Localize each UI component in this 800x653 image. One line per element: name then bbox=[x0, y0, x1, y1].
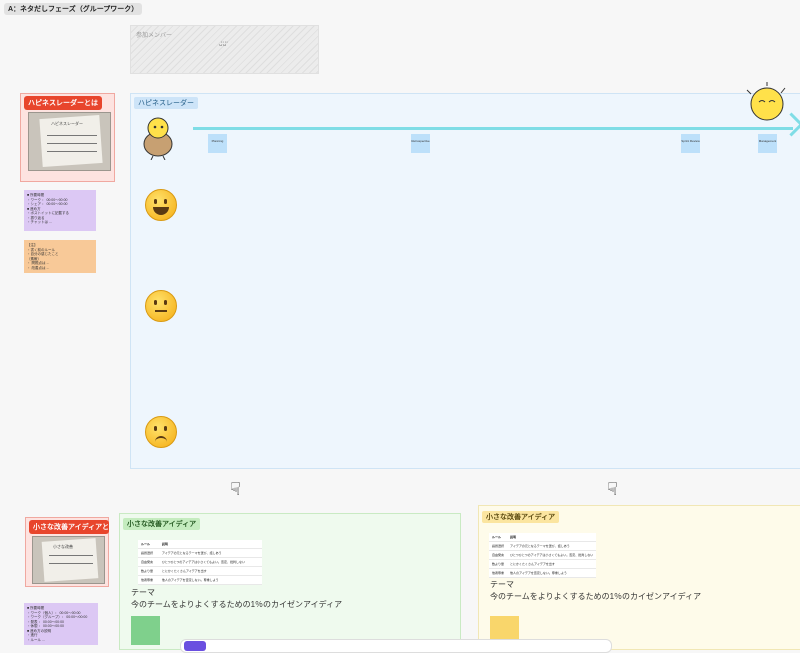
note-line: ・ワーク（グループ）： 00:00〜00:00 bbox=[27, 615, 88, 619]
table-row: 他者尊重 他人のアイデアを否定しない。尊重しよう bbox=[489, 568, 597, 578]
small-idea-intro-card[interactable]: 小さな改善アイディアと... 小さな改善 bbox=[25, 517, 109, 587]
column-sticky[interactable]: Retrospective bbox=[411, 134, 430, 153]
happiness-radar-intro-tag: ハピネスレーダーとは bbox=[24, 96, 102, 110]
table-row: 自由発言 ひとつひとつのアイデアは小さくてもよい。否定、批判しない bbox=[138, 557, 262, 567]
table-cell: 他人のアイデアを否定しない。尊重しよう bbox=[507, 568, 597, 578]
pointing-down-icon: ☟ bbox=[230, 479, 241, 499]
table-row: 議題選択 アイデアの元となるテーマを選び、話しあう bbox=[489, 541, 597, 551]
member-area[interactable]: 参加メンバー ᵕ̈ ᵕ̈ bbox=[130, 25, 319, 74]
table-cell: 他者尊重 bbox=[489, 568, 508, 578]
table-cell: 他人のアイデアを否定しない。尊重しよう bbox=[158, 575, 262, 585]
table-header: 説明 bbox=[507, 533, 597, 542]
table-cell: 議題選択 bbox=[489, 541, 508, 551]
bottom-toolbar[interactable] bbox=[180, 639, 612, 653]
whiteboard-caption: 小さな改善 bbox=[53, 544, 73, 549]
column-sticky[interactable]: Management bbox=[758, 134, 777, 153]
table-cell: 他者尊重 bbox=[138, 575, 159, 585]
table-cell: アイデアの元となるテーマを選び、話しあう bbox=[158, 548, 262, 558]
table-header: 説明 bbox=[158, 540, 262, 549]
column-sticky[interactable]: Planning bbox=[208, 134, 227, 153]
instruction-note-purple[interactable]: ■ 所要時間 ・ワーク（個人）： 00:00〜00:00 ・ワーク（グループ）：… bbox=[24, 603, 98, 645]
column-sticky[interactable]: Sprint Review bbox=[681, 134, 700, 153]
table-cell: アイデアの元となるテーマを選び、話しあう bbox=[507, 541, 597, 551]
theme-label: テーマ bbox=[490, 580, 514, 589]
small-idea-intro-tag: 小さな改善アイディアと... bbox=[29, 520, 109, 534]
neutral-face-icon bbox=[145, 290, 177, 322]
sleepy-eyes-icon: ᵕ̈ ᵕ̈ bbox=[219, 40, 226, 50]
happiness-radar-board[interactable]: ハピネスレーダー Planning Retrospective Sprint R… bbox=[130, 82, 800, 469]
happiness-radar-label: ハピネスレーダー bbox=[134, 97, 198, 109]
rules-table: ルール 説明 議題選択 アイデアの元となるテーマを選び、話しあう 自由発言 ひと… bbox=[489, 533, 597, 578]
table-cell: 数より量 bbox=[138, 566, 159, 576]
toolbar-primary-button[interactable] bbox=[184, 641, 206, 651]
small-idea-label: 小さな改善アイディア bbox=[123, 518, 201, 530]
small-idea-area-green[interactable]: 小さな改善アイディア ルール 説明 議題選択 アイデアの元となるテーマを選び、話… bbox=[119, 513, 461, 650]
whiteboard-photo: 小さな改善 bbox=[32, 536, 105, 584]
table-cell: 議題選択 bbox=[138, 548, 159, 558]
happy-face-icon bbox=[145, 189, 177, 221]
note-line: ・ルール ... bbox=[27, 637, 45, 642]
whiteboard-photo: ハピネスレーダー bbox=[28, 112, 111, 171]
table-row: 自由発言 ひとつひとつのアイデアは小さくてもよい。否定、批判しない bbox=[489, 550, 597, 560]
happiness-radar-intro-card[interactable]: ハピネスレーダーとは ハピネスレーダー bbox=[20, 93, 115, 182]
table-cell: ひとつひとつのアイデアは小さくてもよい。否定、批判しない bbox=[158, 557, 262, 567]
member-area-label: 参加メンバー bbox=[136, 33, 173, 39]
theme-text: 今のチームをよりよくするための1％のカイゼンアイディア bbox=[490, 592, 702, 601]
timeline-arrow bbox=[193, 127, 793, 130]
table-row: 数より量 とにかくたくさんアイデアを出す bbox=[138, 566, 262, 576]
rules-table: ルール 説明 議題選択 アイデアの元となるテーマを選び、話しあう 自由発言 ひと… bbox=[138, 540, 262, 585]
pointing-down-icon: ☟ bbox=[607, 479, 618, 499]
whiteboard-caption: ハピネスレーダー bbox=[51, 121, 83, 126]
happy-chick-icon bbox=[746, 82, 786, 121]
theme-text: 今のチームをよりよくするための1％のカイゼンアイディア bbox=[131, 600, 343, 609]
note-line: ・チャットは ... bbox=[27, 220, 52, 224]
table-header: ルール bbox=[489, 533, 508, 542]
theme-label: テーマ bbox=[131, 588, 155, 597]
small-idea-label: 小さな改善アイディア bbox=[482, 511, 560, 523]
sticky-note-green[interactable] bbox=[131, 616, 160, 645]
table-row: 他者尊重 他人のアイデアを否定しない。尊重しよう bbox=[138, 575, 262, 585]
table-header: ルール bbox=[138, 540, 159, 549]
table-cell: とにかくたくさんアイデアを出す bbox=[158, 566, 262, 576]
sad-face-icon bbox=[145, 416, 177, 448]
frame-title[interactable]: A：ネタだしフェーズ（グループワーク） bbox=[4, 3, 143, 15]
note-line: ・ 改善点は ... bbox=[27, 265, 50, 270]
table-cell: とにかくたくさんアイデアを出す bbox=[507, 559, 597, 569]
table-cell: 数より量 bbox=[489, 559, 508, 569]
table-row: 数より量 とにかくたくさんアイデアを出す bbox=[489, 559, 597, 569]
note-orange[interactable]: 【注】 ・書く前のルール ・自分の感じたこと （素敵） ・ 問題点は ... ・… bbox=[24, 240, 96, 273]
table-cell: 自由発言 bbox=[489, 550, 508, 560]
instruction-note-purple[interactable]: ■ 所要時間 ・ワーク ： 00:00〜00:00 ・シェア ： 00:00〜0… bbox=[24, 190, 96, 231]
table-row: 議題選択 アイデアの元となるテーマを選び、話しあう bbox=[138, 548, 262, 558]
table-cell: 自由発言 bbox=[138, 557, 159, 567]
chick-mascot-icon bbox=[143, 117, 173, 160]
table-cell: ひとつひとつのアイデアは小さくてもよい。否定、批判しない bbox=[507, 550, 597, 560]
small-idea-area-yellow[interactable]: 小さな改善アイディア ルール 説明 議題選択 アイデアの元となるテーマを選び、話… bbox=[478, 505, 800, 650]
